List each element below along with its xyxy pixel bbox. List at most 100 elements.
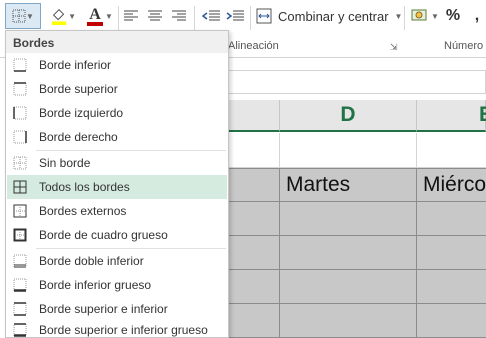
menu-item-top-border[interactable]: Borde superior (7, 77, 227, 101)
menu-item-left-border[interactable]: Borde izquierdo (7, 101, 227, 125)
cell[interactable] (228, 304, 280, 338)
separator (404, 6, 405, 30)
borders-menu-title: Bordes (6, 31, 228, 53)
chevron-down-icon: ▼ (68, 11, 76, 21)
accounting-format-button[interactable]: ▼ (408, 3, 442, 29)
top-border-icon (13, 82, 27, 96)
column-header-e-label: E (478, 103, 486, 126)
merge-cells-icon (256, 8, 272, 24)
no-border-icon (13, 156, 27, 170)
menu-item-label: Borde inferior (39, 58, 112, 72)
cell-martes[interactable]: Martes (280, 169, 417, 202)
column-header-e[interactable]: E (417, 100, 486, 132)
column-header-d[interactable]: D (280, 100, 417, 132)
cell[interactable] (417, 236, 486, 270)
font-color-button[interactable]: A ▼ (84, 3, 114, 29)
top-bottom-border-icon (13, 302, 27, 316)
bottom-border-icon (13, 58, 27, 72)
menu-item-bottom-border[interactable]: Borde inferior (7, 53, 227, 77)
outside-borders-icon (13, 204, 27, 218)
svg-text:A: A (89, 6, 101, 23)
cell[interactable] (417, 202, 486, 236)
increase-indent-icon (226, 10, 244, 21)
grid-row (228, 133, 486, 168)
menu-item-thick-bottom-border[interactable]: Borde inferior grueso (7, 273, 227, 297)
percent-style-button[interactable]: % (444, 3, 462, 29)
comma-style-button[interactable]: , (468, 3, 486, 29)
grid-row: Martes Miérco (228, 168, 486, 202)
left-border-icon (13, 106, 27, 120)
menu-item-label: Borde doble inferior (39, 254, 144, 268)
menu-item-label: Borde derecho (39, 130, 118, 144)
all-borders-icon (12, 9, 26, 23)
menu-item-label: Sin borde (39, 156, 91, 170)
decrease-indent-button[interactable] (202, 3, 220, 29)
separator (118, 6, 119, 30)
thick-box-border-icon (13, 228, 27, 242)
separator (194, 6, 195, 30)
align-right-icon (172, 10, 186, 21)
grid-row (228, 202, 486, 236)
thick-bottom-border-icon (13, 278, 27, 292)
align-left-icon (124, 10, 138, 21)
cell[interactable] (228, 270, 280, 304)
menu-item-thick-box-border[interactable]: Borde de cuadro grueso (7, 223, 227, 247)
menu-item-no-border[interactable]: Sin borde (7, 151, 227, 175)
merge-center-button[interactable]: Combinar y centrar ▼ (256, 3, 406, 29)
menu-item-label: Borde superior e inferior grueso (39, 323, 208, 337)
cell[interactable] (417, 270, 486, 304)
dialog-launcher-icon[interactable]: ⇲ (390, 42, 398, 53)
menu-item-outside-borders[interactable]: Bordes externos (7, 199, 227, 223)
align-left-button[interactable] (124, 3, 138, 29)
double-bottom-border-icon (13, 254, 27, 268)
borders-menu: Bordes Borde inferior Borde superior Bor… (5, 30, 229, 338)
formula-input[interactable] (228, 70, 486, 94)
right-border-icon (13, 130, 27, 144)
cell-text: Martes (286, 173, 351, 196)
cell-miercoles[interactable]: Miérco (417, 169, 486, 202)
grid-row (228, 270, 486, 304)
cell[interactable] (280, 270, 417, 304)
menu-item-label: Borde superior (39, 82, 118, 96)
borders-dropdown-button[interactable]: ▼ (5, 3, 41, 29)
align-right-button[interactable] (172, 3, 186, 29)
chevron-down-icon: ▼ (105, 11, 113, 21)
separator (250, 6, 251, 30)
chevron-down-icon: ▼ (431, 11, 439, 21)
column-header-c[interactable] (228, 100, 280, 132)
cell[interactable] (228, 202, 280, 236)
menu-item-all-borders[interactable]: Todos los bordes (7, 175, 227, 199)
align-center-icon (148, 10, 162, 21)
menu-item-double-bottom-border[interactable]: Borde doble inferior (7, 249, 227, 273)
cell[interactable] (280, 202, 417, 236)
align-center-button[interactable] (148, 3, 162, 29)
number-group-label: Número (444, 40, 484, 52)
cell[interactable] (280, 304, 417, 338)
all-borders-icon (13, 180, 27, 194)
chevron-down-icon: ▼ (26, 11, 34, 21)
grid-row (228, 304, 486, 338)
cell[interactable] (417, 304, 486, 338)
cell[interactable] (228, 236, 280, 270)
cell[interactable] (280, 236, 417, 270)
grid-row (228, 236, 486, 270)
paint-bucket-icon (51, 9, 67, 26)
accounting-format-icon (411, 9, 427, 21)
alignment-group-label: Alineación (228, 40, 279, 52)
cell-text: Miérco (423, 173, 486, 196)
menu-item-label: Borde izquierdo (39, 106, 124, 120)
cell[interactable] (417, 133, 486, 168)
cell[interactable] (228, 133, 280, 168)
font-color-icon: A (87, 6, 104, 26)
cell[interactable] (228, 169, 280, 202)
menu-item-label: Bordes externos (39, 204, 127, 218)
menu-item-top-thick-bottom-border[interactable]: Borde superior e inferior grueso (7, 321, 227, 338)
increase-indent-button[interactable] (226, 3, 244, 29)
cell[interactable] (280, 133, 417, 168)
menu-item-label: Borde inferior grueso (39, 278, 152, 292)
menu-item-right-border[interactable]: Borde derecho (7, 125, 227, 149)
fill-color-button[interactable]: ▼ (50, 3, 76, 29)
chevron-down-icon: ▼ (394, 11, 403, 21)
top-thick-bottom-border-icon (13, 323, 27, 337)
menu-item-top-bottom-border[interactable]: Borde superior e inferior (7, 297, 227, 321)
